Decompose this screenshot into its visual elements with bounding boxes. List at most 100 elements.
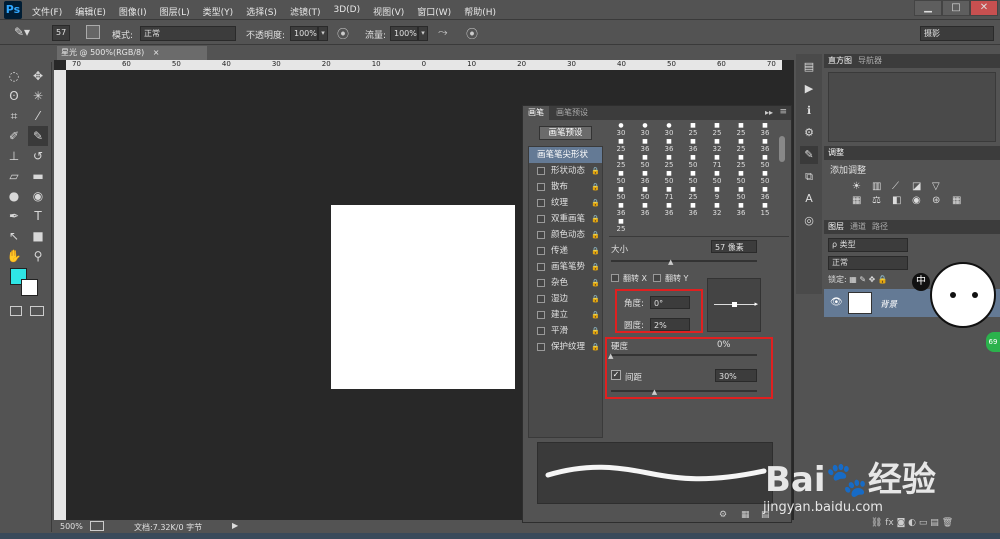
checkbox[interactable] [537,279,545,287]
brush-tip[interactable]: ■ 25 [609,155,633,170]
brush-tip[interactable]: ■ 32 [705,203,729,218]
list-item[interactable]: 平滑 🔒 [529,323,602,339]
background-color-swatch[interactable] [21,279,38,296]
lock-icon[interactable]: 🔒 [591,179,600,195]
flow-dropdown-icon[interactable]: ▾ [418,26,428,41]
panel-menu-icon[interactable]: ≡ [779,107,787,117]
tab-navigator[interactable]: 导航器 [858,54,882,68]
brush-tip[interactable]: ■ 50 [753,155,777,170]
document-tab[interactable]: 星光 @ 500%(RGB/8) × [57,46,207,60]
angle-preview-widget[interactable]: ▸ [707,278,761,332]
clone-source-icon[interactable]: ⧉ [800,168,818,186]
brush-tip[interactable]: ■ 71 [657,187,681,202]
eraser-tool-icon[interactable]: ▱ [4,166,24,186]
healing-brush-icon[interactable]: ✐ [4,126,24,146]
opacity-field[interactable]: 100% [290,26,318,41]
info-icon[interactable]: ℹ [800,102,818,120]
export-icon[interactable] [90,521,104,531]
brush-tip[interactable]: ● 30 [633,123,657,138]
checkbox[interactable] [537,167,545,175]
brush-panel-icon[interactable]: ✎ [800,146,818,164]
lock-icon[interactable]: 🔒 [591,243,600,259]
brush-tip[interactable]: ■ 50 [633,155,657,170]
lock-icon[interactable]: 🔒 [591,163,600,179]
brush-size-field[interactable]: 57 [52,25,70,41]
document-canvas[interactable] [331,205,515,389]
size-slider[interactable] [611,260,757,262]
eyedropper-icon[interactable]: ⁄ [28,106,48,126]
brush-tip[interactable]: ■ 25 [681,123,705,138]
brush-tip-shape-item[interactable]: 画笔笔尖形状 [529,147,602,163]
brush-tip[interactable]: ■ 15 [753,203,777,218]
brush-panel-toggle-icon[interactable] [86,25,100,39]
brush-tip[interactable]: ■ 36 [657,203,681,218]
checkbox[interactable] [537,199,545,207]
tab-layers[interactable]: 图层 [828,220,844,234]
properties-icon[interactable]: ⚙ [800,124,818,142]
checkbox[interactable] [537,215,545,223]
pressure-opacity-icon[interactable]: ⦿ [337,25,349,42]
lock-icon[interactable]: 🔒 [591,307,600,323]
menu-window[interactable]: 窗口(W) [417,5,451,18]
photo-filter-icon[interactable]: ◉ [912,195,930,206]
character-icon[interactable]: A [800,190,818,208]
balance-icon[interactable]: ⚖ [872,195,890,206]
brush-tip[interactable]: ■ 36 [633,139,657,154]
vibrance-icon[interactable]: ▽ [932,181,950,192]
brush-tip[interactable]: ■ 25 [609,139,633,154]
list-item[interactable]: 建立 🔒 [529,307,602,323]
brush-tip[interactable]: ■ 36 [633,203,657,218]
hue-icon[interactable]: ▦ [852,195,870,206]
lock-icon[interactable]: 🔒 [591,195,600,211]
list-item[interactable]: 传递 🔒 [529,243,602,259]
brush-tip[interactable]: ■ 36 [609,203,633,218]
maximize-button[interactable]: □ [942,0,970,16]
checkbox[interactable] [537,295,545,303]
brush-tip[interactable]: ● 30 [657,123,681,138]
channel-mixer-icon[interactable]: ⊛ [932,195,950,206]
status-menu-arrow-icon[interactable]: ▶ [232,521,238,530]
screen-mode-icon[interactable] [30,306,44,316]
hardness-slider-handle[interactable]: ▲ [608,352,613,360]
visibility-eye-icon[interactable]: 👁 [830,297,843,308]
curves-icon[interactable]: ⟋ [892,181,910,192]
type-tool-icon[interactable]: T [28,206,48,226]
lock-icon[interactable]: 🔒 [591,211,600,227]
history-brush-icon[interactable]: ↺ [28,146,48,166]
roundness-field[interactable]: 2% [650,318,690,331]
ime-badge[interactable]: 中 [912,273,930,291]
exposure-icon[interactable]: ◪ [912,181,930,192]
brush-tip[interactable]: ■ 50 [753,171,777,186]
brush-tip[interactable]: ■ 25 [609,219,633,234]
brush-tip[interactable]: ■ 50 [633,187,657,202]
layer-name[interactable]: 背景 [880,298,897,310]
lock-icon[interactable]: 🔒 [591,259,600,275]
checkbox[interactable] [537,263,545,271]
checkbox[interactable] [537,343,545,351]
brush-tool-icon[interactable]: ✎▾ [14,25,30,39]
lock-icon[interactable]: 🔒 [591,227,600,243]
brush-tip[interactable]: ■ 25 [729,139,753,154]
brush-tip[interactable]: ■ 50 [609,171,633,186]
brush-tip[interactable]: ■ 50 [705,171,729,186]
brush-tip[interactable]: ■ 50 [657,171,681,186]
levels-icon[interactable]: ▥ [872,181,890,192]
brush-options-icon[interactable]: ⚙ [719,510,727,520]
lock-icon[interactable]: 🔒 [591,339,600,355]
menu-view[interactable]: 视图(V) [373,5,404,18]
close-button[interactable]: ✕ [970,0,998,16]
tab-brush[interactable]: 画笔 [523,106,549,120]
spacing-field[interactable]: 30% [715,369,757,382]
list-item[interactable]: 散布 🔒 [529,179,602,195]
stamp-tool-icon[interactable]: ⊥ [4,146,24,166]
brush-tip[interactable]: ■ 50 [729,171,753,186]
menu-help[interactable]: 帮助(H) [464,5,496,18]
brush-tip[interactable]: ■ 50 [681,171,705,186]
tab-adjustments[interactable]: 调整 [828,146,844,160]
brush-tip[interactable]: ■ 36 [753,187,777,202]
tip-scrollbar[interactable] [779,136,785,162]
brush-tip-grid[interactable]: ● 30 ● 30 ● 30 ■ 25 ■ 25 ■ 25 ■ 36 ■ 25 ■ 36 ■ 36 ■ 36 ■ 32 ■ 25 ■… [609,123,777,235]
checkbox[interactable] [537,183,545,191]
menu-select[interactable]: 选择(S) [246,5,277,18]
bw-icon[interactable]: ◧ [892,195,910,206]
